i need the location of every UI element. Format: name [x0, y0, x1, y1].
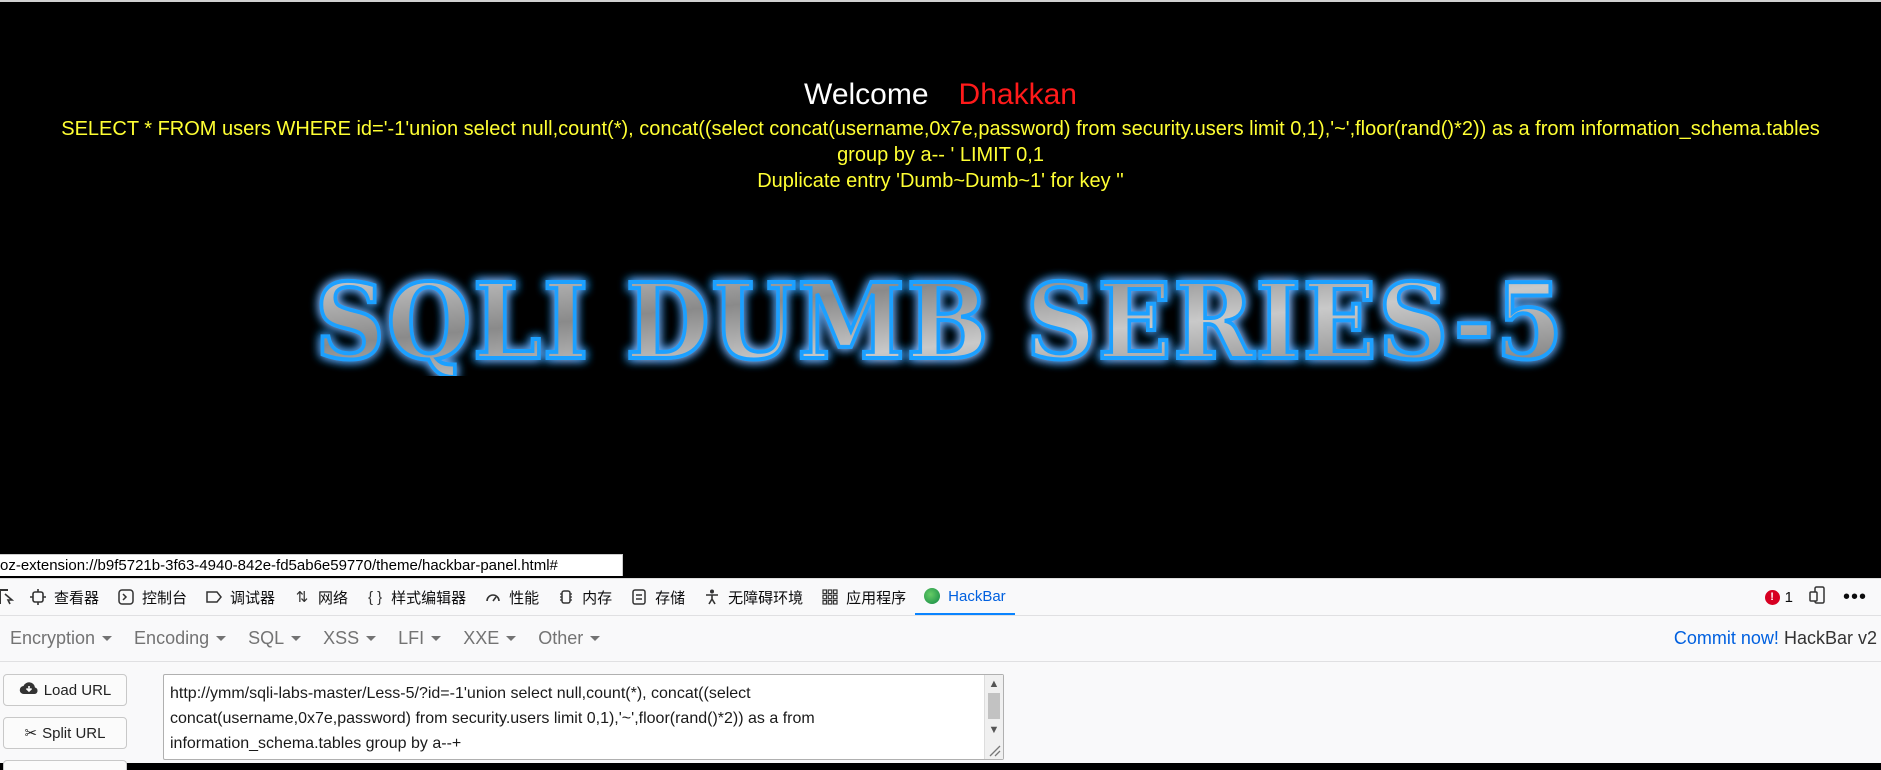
debugger-icon [205, 588, 223, 606]
query-line-2: group by a-- ' LIMIT 0,1 [837, 144, 1044, 166]
split-url-button[interactable]: ✂ Split URL [3, 717, 127, 749]
menu-label: XSS [323, 628, 360, 648]
tab-label: 查看器 [54, 589, 100, 607]
more-options-icon[interactable]: ••• [1843, 586, 1867, 609]
caret-down-icon [102, 636, 113, 641]
memory-icon [557, 588, 575, 606]
menu-encoding[interactable]: Encoding [124, 628, 238, 649]
scroll-thumb[interactable] [988, 693, 1000, 719]
tab-console[interactable]: 控制台 [108, 579, 196, 615]
welcome-text: Welcome [804, 78, 929, 111]
caret-down-icon [431, 636, 442, 641]
menu-lfi[interactable]: LFI [388, 628, 453, 649]
error-icon: ! [1764, 589, 1780, 605]
tab-accessibility[interactable]: 无障碍环境 [694, 579, 812, 615]
hackbar-icon [924, 588, 941, 604]
menu-other[interactable]: Other [528, 628, 612, 649]
console-icon [117, 588, 135, 606]
tab-debugger[interactable]: 调试器 [196, 579, 284, 615]
style-editor-icon: { } [367, 588, 383, 606]
hackbar-menu: Encryption Encoding SQL XSS LFI XXE Othe… [0, 616, 1881, 662]
url-textarea[interactable]: http://ymm/sqli-labs-master/Less-5/?id=-… [163, 674, 1004, 760]
menu-label: LFI [398, 628, 425, 648]
menu-xss[interactable]: XSS [313, 628, 388, 649]
tab-label: 性能 [509, 589, 540, 607]
cloud-download-icon [19, 680, 39, 700]
tab-storage[interactable]: 存储 [621, 579, 694, 615]
menu-label: Other [538, 628, 584, 648]
sqli-banner: SQLI DUMB SERIES-5 [313, 266, 1565, 376]
scroll-down-icon[interactable]: ▼ [985, 721, 1003, 739]
menu-label: XXE [463, 628, 500, 648]
tab-label: 无障碍环境 [728, 589, 804, 607]
tab-label: 内存 [582, 589, 613, 607]
performance-icon [484, 588, 502, 606]
tab-label: 网络 [318, 589, 349, 607]
tab-label: HackBar [948, 587, 1006, 605]
url-text: http://ymm/sqli-labs-master/Less-5/?id=-… [170, 685, 820, 752]
tab-hackbar[interactable]: HackBar [915, 579, 1015, 615]
resize-grip-icon[interactable] [987, 743, 1001, 757]
caret-down-icon [291, 636, 302, 641]
tab-label: 控制台 [142, 589, 188, 607]
devtools-panel: 查看器 控制台 调试器 ⇅ 网络 { } 样式编辑器 性能 内存 存储 无障碍环… [0, 578, 1881, 770]
scroll-up-icon[interactable]: ▲ [985, 675, 1003, 693]
tab-network[interactable]: ⇅ 网络 [284, 579, 357, 615]
error-message: Duplicate entry 'Dumb~Dumb~1' for key '' [757, 170, 1124, 192]
welcome-line: Welcome Dhakkan [0, 78, 1881, 112]
inspector-icon [29, 588, 47, 606]
network-icon: ⇅ [295, 589, 309, 606]
menu-sql[interactable]: SQL [238, 628, 313, 649]
responsive-design-icon[interactable] [1809, 586, 1827, 608]
web-page: Welcome Dhakkan SELECT * FROM users WHERE… [0, 0, 1881, 578]
devtools-toolbar-right: ! 1 ••• [1764, 586, 1881, 609]
menu-encryption[interactable]: Encryption [0, 628, 124, 649]
tab-memory[interactable]: 内存 [548, 579, 621, 615]
status-bar-url: oz-extension://b9f5721b-3f63-4940-842e-f… [0, 554, 623, 576]
tab-label: 应用程序 [846, 589, 907, 607]
tab-style-editor[interactable]: { } 样式编辑器 [357, 579, 475, 615]
menu-label: Encoding [134, 628, 210, 648]
tab-inspector[interactable]: 查看器 [20, 579, 108, 615]
execute-button[interactable] [3, 760, 127, 770]
tab-label: 存储 [655, 589, 686, 607]
tab-label: 样式编辑器 [391, 589, 467, 607]
menu-label: Encryption [10, 628, 96, 648]
scissors-icon: ✂ [24, 725, 38, 742]
commit-now-link[interactable]: Commit now! [1674, 628, 1779, 648]
caret-down-icon [590, 636, 601, 641]
split-url-label: Split URL [42, 724, 106, 742]
caret-down-icon [216, 636, 227, 641]
query-line-1: SELECT * FROM users WHERE id='-1'union s… [61, 118, 1820, 140]
hackbar-branding: Commit now! HackBar v2 [1674, 628, 1881, 649]
menu-xxe[interactable]: XXE [453, 628, 528, 649]
caret-down-icon [366, 636, 377, 641]
caret-down-icon [506, 636, 517, 641]
menu-label: SQL [248, 628, 285, 648]
load-url-label: Load URL [43, 681, 112, 699]
tab-label: 调试器 [230, 589, 276, 607]
storage-icon [630, 588, 648, 606]
tab-application[interactable]: 应用程序 [812, 579, 915, 615]
error-counter[interactable]: ! 1 [1764, 588, 1793, 606]
sql-output: SELECT * FROM users WHERE id='-1'union s… [0, 116, 1881, 194]
banner-text: SQLI DUMB SERIES-5 [315, 266, 1565, 376]
error-count: 1 [1784, 588, 1793, 606]
application-icon [821, 588, 839, 606]
element-picker-icon[interactable] [0, 579, 20, 615]
hackbar-version: HackBar v2 [1783, 628, 1877, 648]
accessibility-icon [703, 588, 721, 606]
username-text: Dhakkan [958, 78, 1077, 111]
devtools-toolbar: 查看器 控制台 调试器 ⇅ 网络 { } 样式编辑器 性能 内存 存储 无障碍环… [0, 578, 1881, 616]
tab-performance[interactable]: 性能 [475, 579, 548, 615]
load-url-button[interactable]: Load URL [3, 674, 127, 706]
